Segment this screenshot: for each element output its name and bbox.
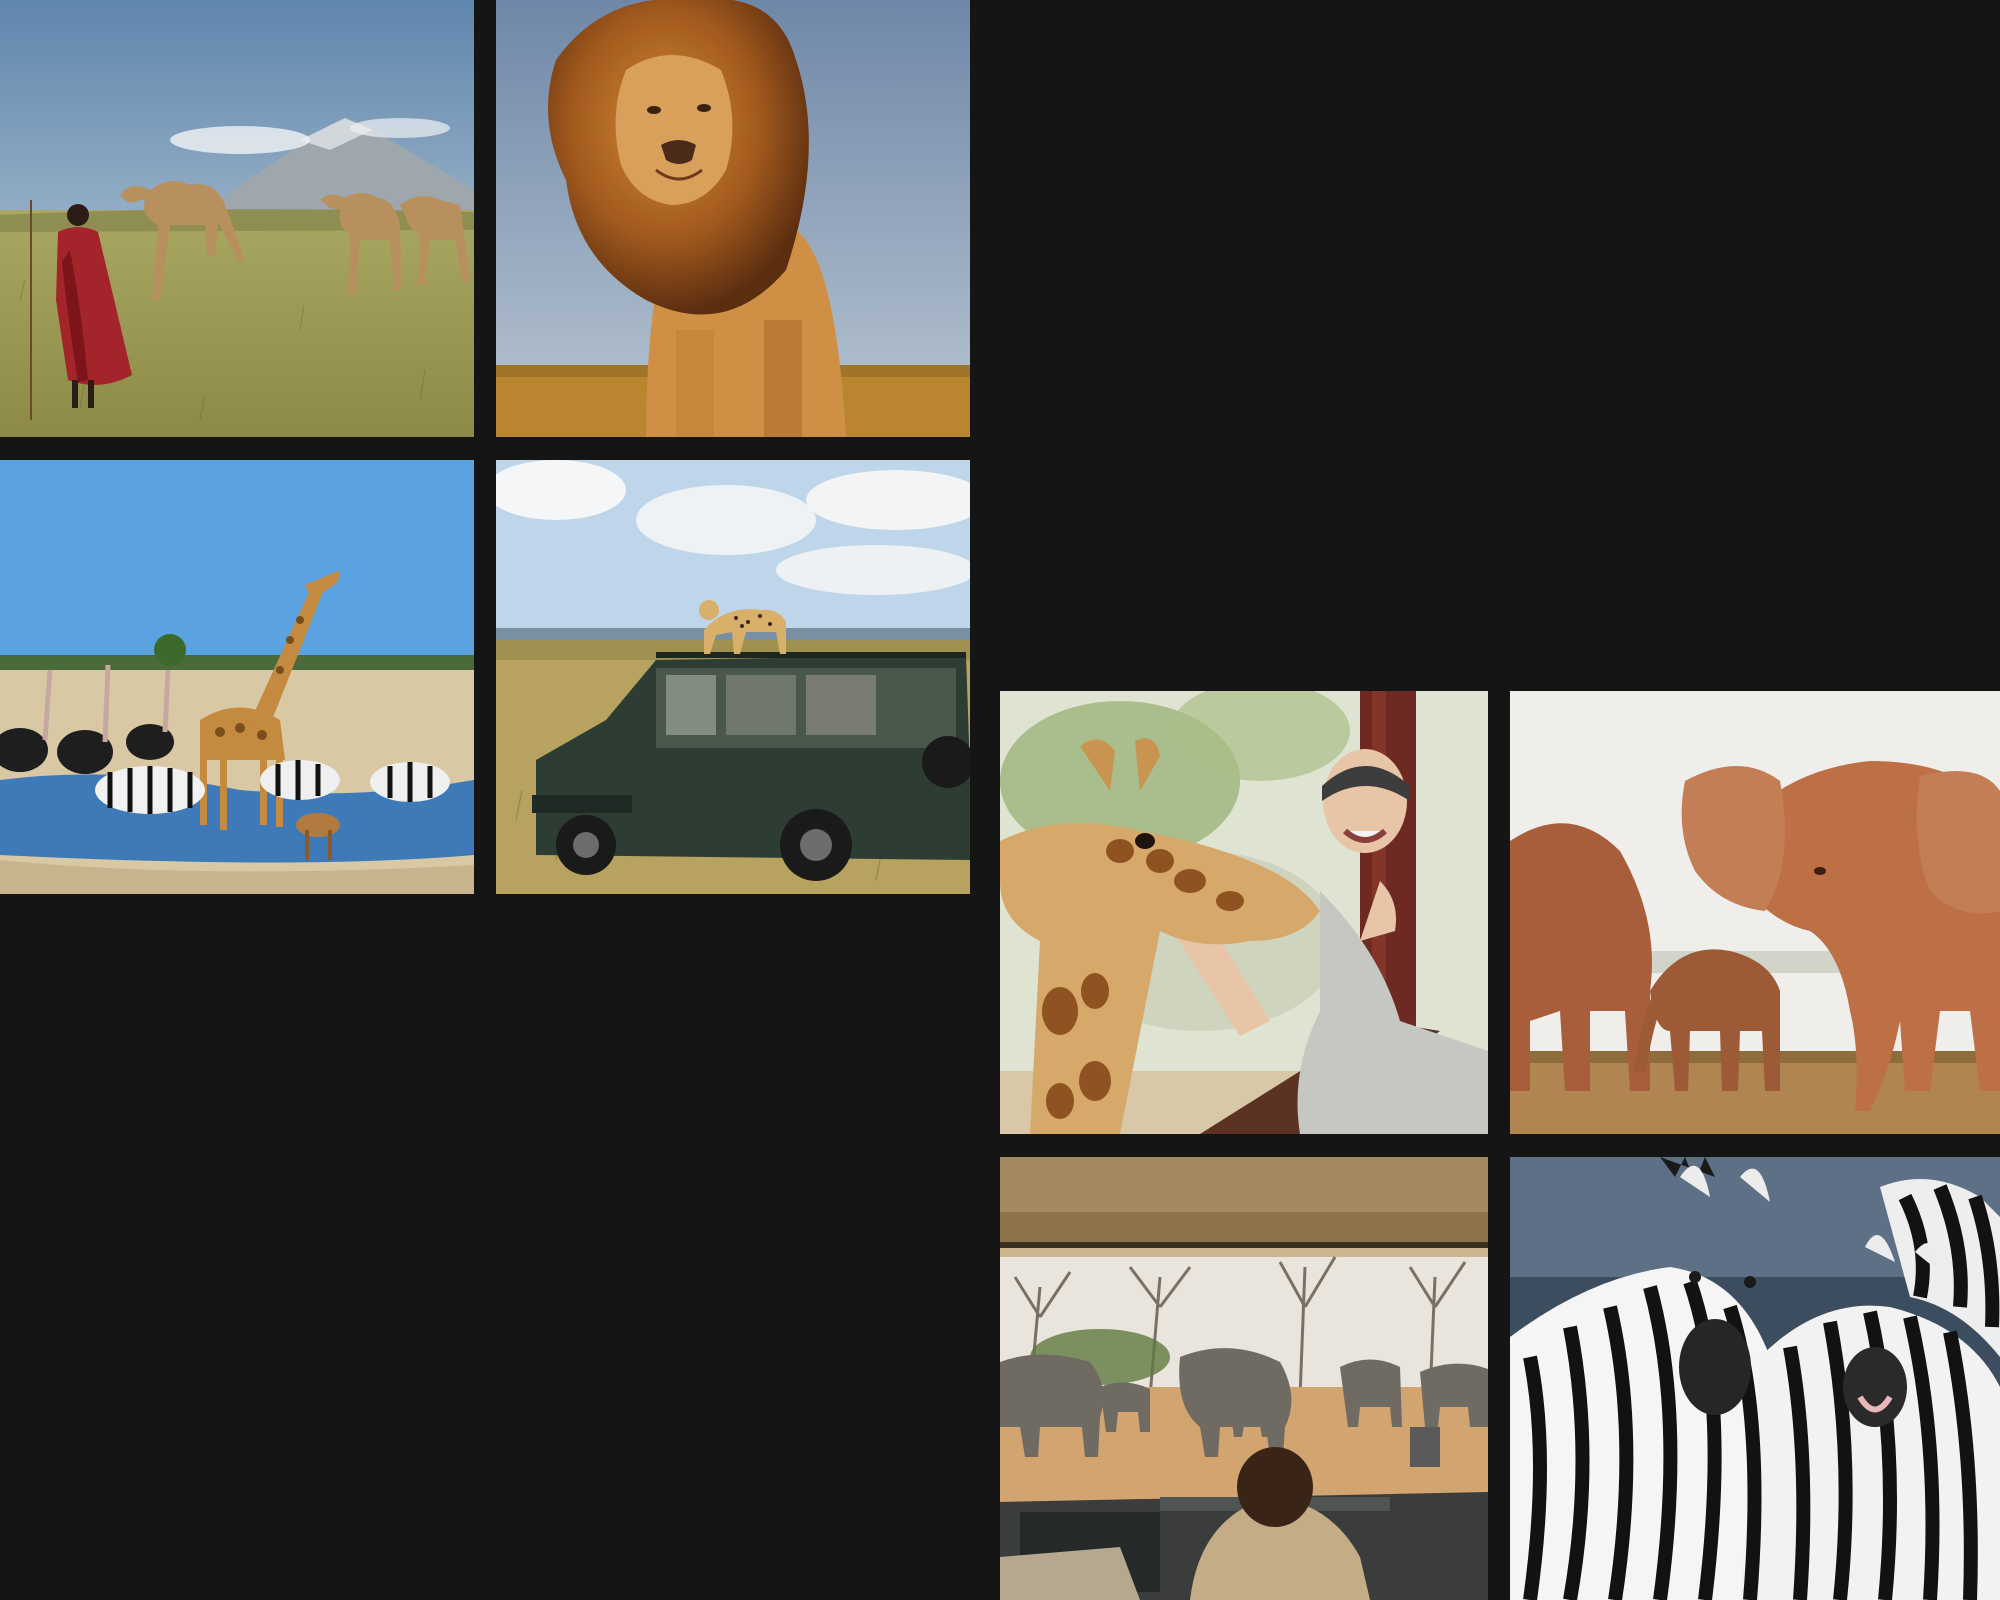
zebra-herd-image <box>1510 1157 2000 1600</box>
photo-waterhole-wildlife[interactable] <box>0 460 474 894</box>
cheetah-on-jeep-image <box>496 460 970 894</box>
woman-feeding-giraffe-image <box>1000 691 1488 1134</box>
photo-elephants-from-vehicle[interactable] <box>1000 1157 1488 1600</box>
photo-maasai-herder-camels[interactable] <box>0 0 474 437</box>
elephant-family-image <box>1510 691 2000 1134</box>
photo-lion[interactable] <box>496 0 970 437</box>
photo-cheetah-on-jeep[interactable] <box>496 460 970 894</box>
photo-elephant-family[interactable] <box>1510 691 2000 1134</box>
photo-zebra-herd[interactable] <box>1510 1157 2000 1600</box>
waterhole-wildlife-image <box>0 460 474 894</box>
lion-image <box>496 0 970 437</box>
maasai-herder-camels-image <box>0 0 474 437</box>
photo-woman-feeding-giraffe[interactable] <box>1000 691 1488 1134</box>
elephants-from-vehicle-image <box>1000 1157 1488 1600</box>
